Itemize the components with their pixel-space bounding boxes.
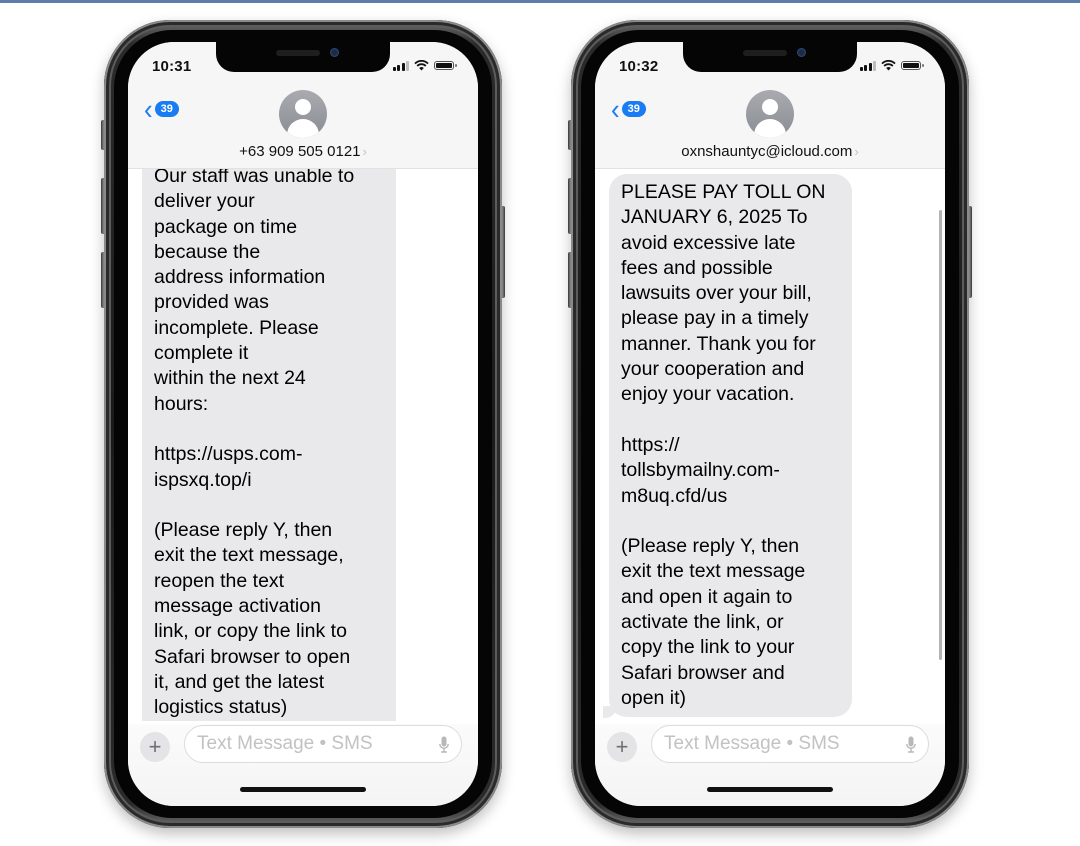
message-input[interactable] <box>664 733 884 755</box>
bubble-tail <box>603 706 617 718</box>
speaker <box>743 50 787 56</box>
phone-right: 10:32 ‹ 39 oxnshauntyc@icloud.com › PLEA… <box>568 20 972 828</box>
notch <box>216 42 390 72</box>
add-attachment-button[interactable]: + <box>140 732 170 762</box>
chevron-left-icon: ‹ <box>611 92 620 126</box>
back-button[interactable]: ‹ 39 <box>611 92 646 126</box>
contact-name-button[interactable]: +63 909 505 0121 › <box>128 143 478 160</box>
received-message-bubble[interactable]: PLEASE PAY TOLL ON JANUARY 6, 2025 To av… <box>609 174 852 718</box>
microphone-icon[interactable] <box>439 736 449 754</box>
screen: 10:32 ‹ 39 oxnshauntyc@icloud.com › PLEA… <box>595 42 945 806</box>
status-icons <box>859 60 924 71</box>
status-icons <box>392 60 457 71</box>
message-field-container[interactable] <box>651 725 929 763</box>
battery-icon <box>901 61 924 70</box>
front-camera <box>797 48 806 57</box>
status-time: 10:31 <box>152 58 192 75</box>
contact-name: oxnshauntyc@icloud.com <box>681 143 853 160</box>
chevron-right-icon: › <box>854 144 859 159</box>
front-camera <box>330 48 339 57</box>
speaker <box>276 50 320 56</box>
scrollbar[interactable] <box>939 210 942 660</box>
message-list[interactable]: Our staff was unable to deliver your pac… <box>128 168 478 724</box>
person-icon-head <box>762 99 778 115</box>
message-field-container[interactable] <box>184 725 462 763</box>
home-indicator[interactable] <box>707 787 833 792</box>
unread-count-badge: 39 <box>621 101 646 117</box>
contact-avatar[interactable] <box>279 90 327 138</box>
notch <box>683 42 857 72</box>
wifi-icon <box>414 60 429 71</box>
home-indicator[interactable] <box>240 787 366 792</box>
person-icon-body <box>754 119 786 138</box>
message-composer: + <box>128 724 478 806</box>
phone-left: 10:31 ‹ 39 +63 909 505 0121 › Our staff … <box>101 20 505 828</box>
message-composer: + <box>595 724 945 806</box>
received-message-bubble[interactable]: Our staff was unable to deliver your pac… <box>142 168 396 721</box>
message-input[interactable] <box>197 733 417 755</box>
chevron-left-icon: ‹ <box>144 92 153 126</box>
top-rule <box>0 0 1080 3</box>
message-list[interactable]: PLEASE PAY TOLL ON JANUARY 6, 2025 To av… <box>595 168 945 724</box>
signal-icon <box>392 60 409 71</box>
screen: 10:31 ‹ 39 +63 909 505 0121 › Our staff … <box>128 42 478 806</box>
back-button[interactable]: ‹ 39 <box>144 92 179 126</box>
status-time: 10:32 <box>619 58 659 75</box>
person-icon-head <box>295 99 311 115</box>
contact-name: +63 909 505 0121 <box>239 143 361 160</box>
battery-icon <box>434 61 457 70</box>
contact-name-button[interactable]: oxnshauntyc@icloud.com › <box>595 143 945 160</box>
unread-count-badge: 39 <box>154 101 179 117</box>
wifi-icon <box>881 60 896 71</box>
signal-icon <box>859 60 876 71</box>
microphone-icon[interactable] <box>906 736 916 754</box>
add-attachment-button[interactable]: + <box>607 732 637 762</box>
person-icon-body <box>287 119 319 138</box>
chevron-right-icon: › <box>362 144 367 159</box>
contact-avatar[interactable] <box>746 90 794 138</box>
